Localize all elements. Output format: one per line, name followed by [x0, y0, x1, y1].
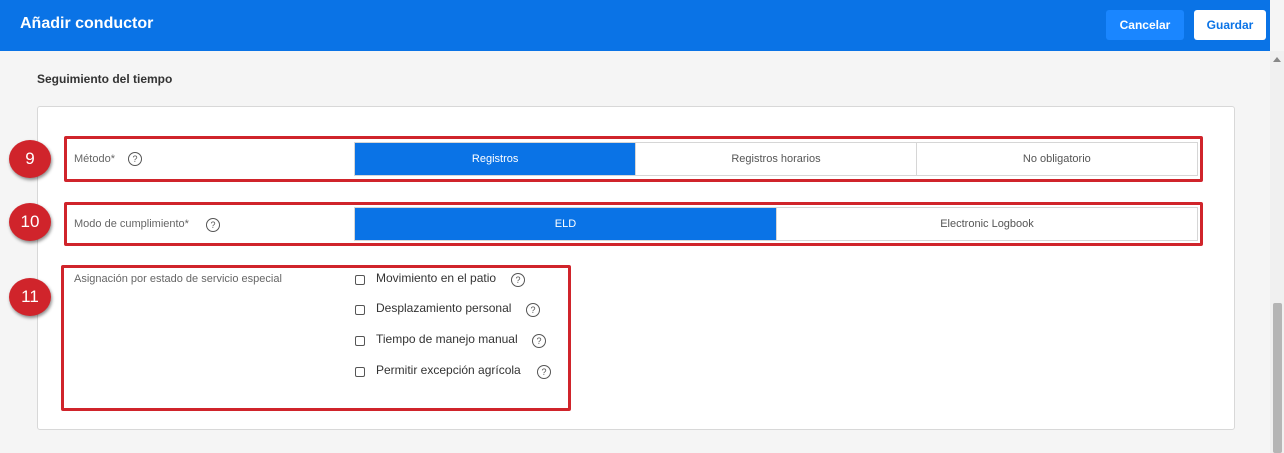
excepcion-agricola-help-icon[interactable]: ? — [537, 365, 551, 379]
scroll-thumb[interactable] — [1273, 303, 1282, 453]
desplazamiento-personal-label[interactable]: Desplazamiento personal — [376, 301, 511, 315]
compliance-help-icon[interactable]: ? — [206, 218, 220, 232]
save-button[interactable]: Guardar — [1194, 10, 1266, 40]
method-option-registros[interactable]: Registros — [355, 143, 637, 175]
method-segmented-control: Registros Registros horarios No obligato… — [354, 142, 1198, 176]
annotation-badge-10: 10 — [9, 203, 51, 241]
manejo-manual-help-icon[interactable]: ? — [532, 334, 546, 348]
page-title: Añadir conductor — [20, 15, 154, 32]
annotation-badge-11: 11 — [9, 278, 51, 316]
compliance-option-electronic-logbook[interactable]: Electronic Logbook — [777, 208, 1197, 240]
compliance-option-eld[interactable]: ELD — [355, 208, 777, 240]
header-bar: Añadir conductor Cancelar Guardar — [0, 0, 1270, 51]
excepcion-agricola-label[interactable]: Permitir excepción agrícola — [376, 363, 521, 377]
manejo-manual-label[interactable]: Tiempo de manejo manual — [376, 332, 518, 346]
annotation-badge-9: 9 — [9, 140, 51, 178]
cancel-button[interactable]: Cancelar — [1106, 10, 1184, 40]
movimiento-patio-label[interactable]: Movimiento en el patio — [376, 271, 496, 285]
method-help-icon[interactable]: ? — [128, 152, 142, 166]
manejo-manual-checkbox[interactable] — [355, 336, 365, 346]
desplazamiento-personal-checkbox[interactable] — [355, 305, 365, 315]
method-label: Método* — [74, 153, 115, 165]
method-option-registros-horarios[interactable]: Registros horarios — [636, 143, 917, 175]
section-title: Seguimiento del tiempo — [37, 72, 173, 86]
movimiento-patio-checkbox[interactable] — [355, 275, 365, 285]
movimiento-patio-help-icon[interactable]: ? — [511, 273, 525, 287]
compliance-label: Modo de cumplimiento* — [74, 218, 189, 230]
scroll-up-arrow-icon[interactable] — [1273, 57, 1281, 62]
compliance-segmented-control: ELD Electronic Logbook — [354, 207, 1198, 241]
method-option-no-obligatorio[interactable]: No obligatorio — [916, 143, 1197, 175]
scrollbar[interactable] — [1270, 51, 1284, 453]
special-duty-label: Asignación por estado de servicio especi… — [74, 273, 282, 285]
desplazamiento-personal-help-icon[interactable]: ? — [526, 303, 540, 317]
excepcion-agricola-checkbox[interactable] — [355, 367, 365, 377]
